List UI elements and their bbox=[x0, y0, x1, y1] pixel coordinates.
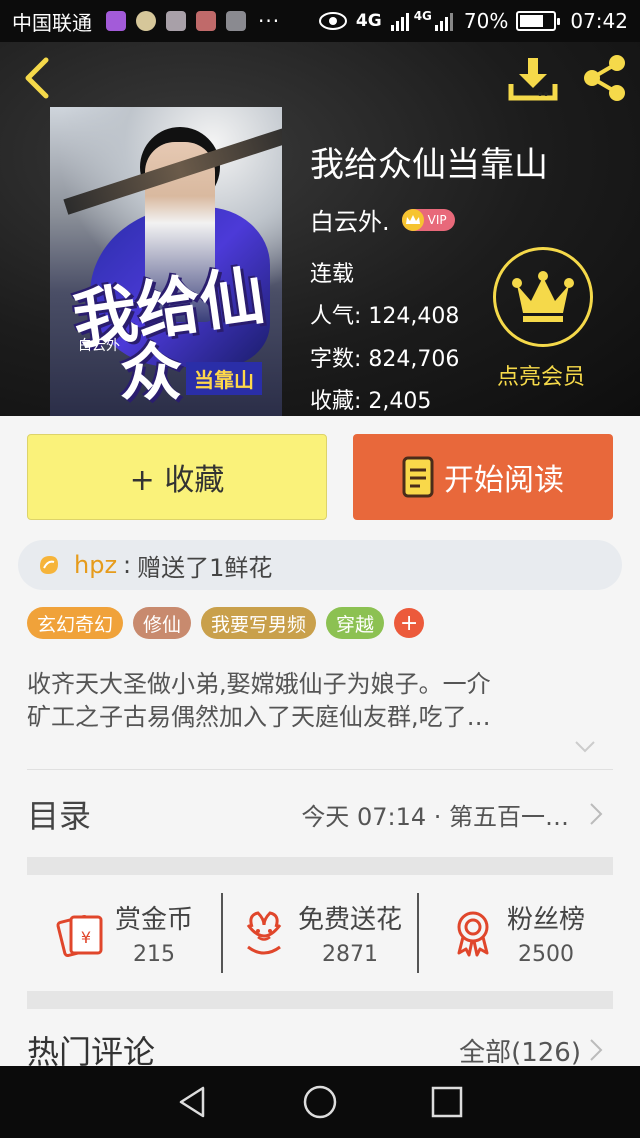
crown-icon bbox=[401, 208, 424, 231]
download-icon[interactable] bbox=[506, 54, 560, 102]
word-count-label: 字数: bbox=[310, 347, 362, 372]
fan-ranking-stat[interactable]: 粉丝榜 2500 bbox=[419, 890, 613, 976]
nav-recents-icon[interactable] bbox=[429, 1084, 465, 1120]
nav-back-icon[interactable] bbox=[175, 1084, 211, 1120]
tag-list: 玄幻奇幻 修仙 我要写男频 穿越 + bbox=[27, 607, 425, 639]
word-count-value: 824,706 bbox=[368, 347, 460, 372]
favorites-stat: 收藏: 2,405 bbox=[310, 383, 431, 415]
author-name[interactable]: 白云外. bbox=[310, 202, 390, 237]
book-header: 我给仙 众 白云外 当靠山 我给众仙当靠山 白云外. VIP 连载 人气: 12… bbox=[0, 42, 640, 416]
gift-separator: : bbox=[123, 551, 132, 579]
flower-icon bbox=[246, 911, 282, 955]
book-title: 我给众仙当靠山 bbox=[310, 145, 548, 185]
section-separator bbox=[27, 857, 613, 875]
book-description[interactable]: 收齐天大圣做小弟,娶嫦娥仙子为娘子。一介 矿工之子古易偶然加入了天庭仙友群,吃了… bbox=[27, 668, 613, 734]
serial-status: 连载 bbox=[310, 262, 355, 287]
all-comments-link[interactable]: 全部(126) bbox=[459, 1032, 581, 1069]
medal-icon bbox=[457, 911, 489, 957]
add-to-favorites-button[interactable]: + 收藏 bbox=[27, 434, 327, 520]
more-notifications-icon: ··· bbox=[258, 9, 281, 33]
add-tag-icon[interactable]: + bbox=[394, 608, 425, 638]
signal-icon bbox=[434, 13, 453, 31]
share-icon[interactable] bbox=[578, 52, 630, 104]
status-bar: 中国联通 ··· 4G 4G 70% 07:42 bbox=[0, 0, 640, 42]
eye-icon bbox=[318, 12, 347, 30]
hot-comments-header[interactable]: 热门评论 全部(126) bbox=[27, 1030, 613, 1071]
latest-chapter: 今天 07:14 · 第五百一… bbox=[301, 802, 569, 831]
back-icon[interactable] bbox=[18, 54, 58, 102]
stat-value: 215 bbox=[132, 942, 175, 967]
carrier-name: 中国联通 bbox=[12, 10, 92, 35]
stat-value: 2871 bbox=[321, 942, 378, 967]
flower-icon bbox=[40, 556, 58, 574]
description-line: 矿工之子古易偶然加入了天庭仙友群,吃了… bbox=[27, 703, 491, 731]
gift-notice[interactable]: hpz : 赠送了1鲜花 bbox=[18, 540, 622, 590]
member-label: 点亮会员 bbox=[496, 365, 585, 390]
battery-icon bbox=[516, 11, 561, 31]
favorites-value: 2,405 bbox=[368, 389, 432, 414]
stat-label: 免费送花 bbox=[297, 905, 402, 935]
system-navigation-bar bbox=[0, 1066, 640, 1138]
favorites-label: 收藏: bbox=[310, 389, 362, 414]
chevron-right-icon bbox=[590, 803, 603, 825]
network-type: 4G bbox=[413, 9, 432, 23]
photo-notification-icon bbox=[226, 11, 246, 31]
stat-label: 赏金币 bbox=[114, 905, 193, 935]
photo-notification-icon bbox=[196, 11, 216, 31]
stat-value: 2500 bbox=[517, 942, 574, 967]
gift-user[interactable]: hpz bbox=[74, 551, 117, 579]
gift-text: 赠送了1鲜花 bbox=[137, 553, 273, 582]
member-button[interactable]: 点亮会员 bbox=[493, 247, 595, 391]
table-of-contents-row[interactable]: 目录 今天 07:14 · 第五百一… bbox=[27, 770, 613, 858]
svg-text:¥: ¥ bbox=[81, 928, 91, 947]
clock: 07:42 bbox=[570, 9, 628, 33]
photo-notification-icon bbox=[166, 11, 186, 31]
toc-label: 目录 bbox=[27, 797, 92, 835]
start-reading-label: 开始阅读 bbox=[444, 463, 564, 498]
start-reading-button[interactable]: 开始阅读 bbox=[353, 434, 613, 520]
free-flower-stat[interactable]: 免费送花 2871 bbox=[223, 890, 417, 976]
app-notification-icon bbox=[106, 11, 126, 31]
vip-badge: VIP bbox=[401, 208, 455, 231]
word-count-stat: 字数: 824,706 bbox=[310, 341, 459, 373]
support-stats: ¥ 赏金币 215 免费送花 2871 粉丝榜 2500 bbox=[27, 890, 613, 976]
popularity-value: 124,408 bbox=[368, 304, 460, 329]
wechat-notification-icon bbox=[136, 11, 156, 31]
section-separator bbox=[27, 991, 613, 1009]
stat-label: 粉丝榜 bbox=[506, 905, 585, 935]
reward-coins-stat[interactable]: ¥ 赏金币 215 bbox=[27, 890, 221, 976]
nav-home-icon[interactable] bbox=[302, 1084, 338, 1120]
cover-subtitle: 当靠山 bbox=[186, 362, 262, 395]
chevron-right-icon bbox=[590, 1039, 603, 1061]
popularity-label: 人气: bbox=[310, 304, 362, 329]
signal-icon bbox=[390, 13, 409, 31]
crown-icon bbox=[493, 247, 593, 347]
cover-title-line2: 众 bbox=[120, 336, 183, 409]
tag[interactable]: 玄幻奇幻 bbox=[27, 607, 124, 639]
vip-label: VIP bbox=[427, 212, 447, 227]
author-row: 白云外. VIP bbox=[310, 202, 455, 237]
tag[interactable]: 我要写男频 bbox=[201, 607, 317, 639]
chevron-down-icon[interactable] bbox=[574, 740, 596, 754]
tag[interactable]: 修仙 bbox=[133, 607, 192, 639]
book-icon bbox=[402, 456, 434, 498]
tag[interactable]: 穿越 bbox=[326, 607, 385, 639]
red-envelope-icon: ¥ bbox=[56, 915, 103, 957]
popularity-stat: 人气: 124,408 bbox=[310, 298, 459, 330]
network-type: 4G bbox=[355, 11, 382, 31]
battery-percent: 70% bbox=[463, 9, 509, 33]
cover-author: 白云外 bbox=[78, 338, 120, 354]
book-cover[interactable]: 我给仙 众 白云外 当靠山 bbox=[50, 107, 282, 416]
description-line: 收齐天大圣做小弟,娶嫦娥仙子为娘子。一介 bbox=[27, 670, 491, 698]
